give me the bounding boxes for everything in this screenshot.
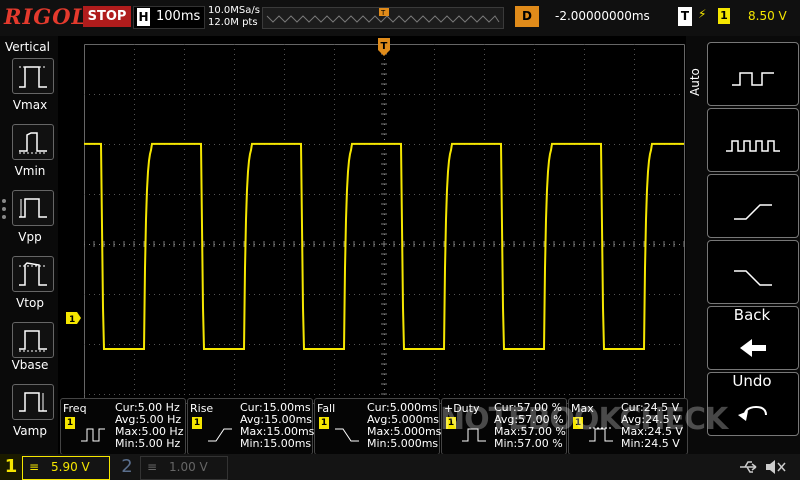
measurement-channel: 1 — [192, 417, 202, 429]
memory-depth: 12.0M pts — [208, 17, 258, 28]
watermark: NOTEBOOKCHECK — [440, 402, 728, 437]
page-dot — [2, 215, 6, 219]
trigger-delay[interactable]: D -2.00000000ms — [515, 6, 670, 27]
falling-edge-icon — [734, 270, 772, 286]
trigger-position-marker[interactable]: T — [378, 38, 392, 58]
single-cycle-icon — [732, 72, 774, 86]
memory-overview-wave: T — [266, 8, 500, 23]
fall-time-icon — [335, 428, 359, 442]
vmin-button[interactable] — [12, 124, 54, 160]
vbase-label: Vbase — [11, 358, 49, 372]
vmax-button[interactable] — [12, 58, 54, 94]
channel1-ground-marker[interactable]: 1 — [66, 312, 82, 324]
channel1-tab[interactable]: 1 — [0, 454, 22, 480]
vmax-icon — [19, 66, 47, 88]
vtop-label: Vtop — [16, 296, 44, 310]
timebase-value: 100ms — [156, 9, 201, 24]
vertical-menu-title: Vertical — [5, 40, 50, 54]
memory-trigger-letter: T — [380, 9, 386, 17]
run-stop-indicator[interactable]: STOP — [83, 6, 131, 27]
speaker-muted-icon[interactable] — [764, 458, 788, 476]
sample-rate: 10.0MSa/s — [208, 5, 260, 16]
auto-mode-label: Auto — [688, 68, 702, 96]
vbase-button[interactable] — [12, 322, 54, 358]
measurement-min: Min:5.00 Hz — [115, 437, 181, 450]
vamp-label: Vamp — [13, 424, 47, 438]
trigger-position-letter: T — [381, 41, 388, 52]
waveform-display[interactable] — [84, 44, 686, 444]
measurement-name: Freq — [63, 402, 87, 415]
memory-overview-bar[interactable]: T — [262, 7, 504, 29]
measurement-min: Min:24.5 V — [621, 437, 680, 450]
rigol-logo: RIGOL — [4, 4, 88, 29]
channel1-ground-label: 1 — [69, 315, 75, 324]
measurement-channel: 1 — [65, 417, 75, 429]
channel1-coupling-icon: ≡ — [29, 460, 40, 474]
delay-value: -2.00000000ms — [555, 9, 650, 23]
measurement-channel: 1 — [319, 417, 329, 429]
trigger-key: T — [678, 7, 692, 26]
trigger-level: 8.50 V — [748, 9, 787, 23]
freq-measurement[interactable]: Freq 1 Cur:5.00 Hz Avg:5.00 Hz Max:5.00 … — [60, 398, 186, 455]
channel2-coupling-icon: ≡ — [147, 460, 158, 474]
trigger-settings[interactable]: T ⚡ 1 8.50 V — [678, 6, 796, 27]
rising-edge-icon: ⚡ — [698, 7, 707, 21]
rise-measurement[interactable]: Rise 1 Cur:15.00ms Avg:15.00ms Max:15.00… — [187, 398, 314, 455]
channel1-scale[interactable]: ≡ 5.90 V — [22, 456, 110, 480]
page-dot — [2, 207, 6, 211]
vpp-label: Vpp — [18, 230, 42, 244]
multi-cycle-button[interactable] — [707, 108, 799, 172]
measurement-min: Min:57.00 % — [494, 437, 563, 450]
channel1-scale-value: 5.90 V — [51, 460, 90, 474]
fall-measurement[interactable]: Fall 1 Cur:5.000ms Avg:5.000ms Max:5.000… — [314, 398, 441, 455]
single-cycle-button[interactable] — [707, 42, 799, 106]
rising-edge-icon — [734, 204, 772, 220]
back-label: Back — [733, 306, 771, 324]
measurement-min: Min:5.000ms — [367, 437, 439, 450]
multi-cycle-icon — [726, 140, 780, 152]
vmax-label: Vmax — [12, 98, 48, 112]
frequency-icon — [81, 428, 105, 442]
undo-label: Undo — [732, 372, 772, 390]
page-dot — [2, 199, 6, 203]
vtop-button[interactable] — [12, 256, 54, 292]
channel2-scale[interactable]: ≡ 1.00 V — [140, 456, 228, 480]
measurement-min: Min:15.00ms — [240, 437, 312, 450]
horizontal-timebase[interactable]: H 100ms — [133, 6, 205, 29]
horizontal-key: H — [137, 8, 150, 26]
vmin-label: Vmin — [14, 164, 46, 178]
rise-time-icon — [208, 428, 232, 442]
graticule — [84, 44, 685, 444]
vamp-icon — [19, 392, 47, 412]
falling-edge-button[interactable] — [707, 240, 799, 304]
vpp-button[interactable] — [12, 190, 54, 226]
trigger-channel: 1 — [718, 8, 730, 24]
channel2-tab[interactable]: 2 — [116, 454, 138, 480]
channel2-scale-value: 1.00 V — [169, 460, 208, 474]
vtop-icon — [19, 262, 47, 286]
rising-edge-button[interactable] — [707, 174, 799, 238]
vamp-button[interactable] — [12, 384, 54, 420]
measurement-name: Fall — [317, 402, 336, 415]
usb-icon — [740, 461, 757, 473]
vpp-icon — [19, 198, 47, 218]
measurement-name: Rise — [190, 402, 214, 415]
vmin-icon — [19, 132, 47, 154]
vbase-icon — [19, 330, 47, 352]
acquisition-info: 10.0MSa/s 12.0M pts — [208, 5, 260, 29]
delay-key: D — [515, 6, 539, 27]
